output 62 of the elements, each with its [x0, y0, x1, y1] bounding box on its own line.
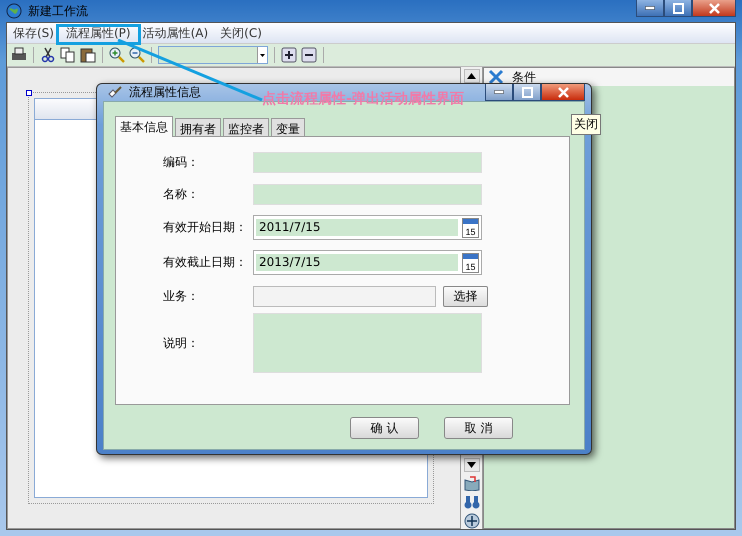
down-arrow-icon	[467, 462, 476, 468]
input-field[interactable]	[253, 152, 482, 172]
globe-icon	[6, 3, 22, 19]
cut-icon[interactable]	[40, 47, 56, 63]
minus-box-icon[interactable]	[301, 47, 317, 63]
plus-box-icon[interactable]	[281, 47, 297, 63]
window-title: 新建工作流	[28, 2, 88, 20]
move-icon[interactable]	[464, 513, 480, 529]
menu-item[interactable]: 保存(S)	[7, 24, 60, 42]
field-label: 有效截止日期：	[163, 254, 248, 271]
tab[interactable]: 变量	[271, 118, 305, 136]
maximize-icon	[520, 86, 534, 98]
close-icon	[556, 86, 570, 98]
tab[interactable]: 拥有者	[175, 118, 221, 136]
up-arrow-icon	[467, 73, 476, 79]
field-label: 有效开始日期：	[163, 219, 248, 236]
tab[interactable]: 基本信息	[115, 116, 173, 137]
maximize-button[interactable]	[664, 0, 692, 17]
confirm-button[interactable]: 确 认	[350, 417, 419, 439]
field-label: 名称：	[163, 186, 200, 202]
menu-item[interactable]: 流程属性(P)	[60, 24, 137, 42]
cancel-button[interactable]: 取 消	[444, 417, 513, 439]
maximize-icon	[670, 2, 686, 14]
scroll-up-button[interactable]	[464, 69, 480, 83]
dialog-title: 流程属性信息	[129, 84, 201, 101]
binoculars-icon[interactable]	[464, 494, 480, 510]
close-icon	[706, 2, 722, 14]
zoom-in-icon[interactable]	[109, 47, 125, 63]
field-label: 说明：	[163, 334, 200, 352]
close-button[interactable]	[541, 84, 585, 101]
calendar-button[interactable]: 15	[462, 218, 479, 238]
annotation-text: 点击流程属性-弹出活动属性界面	[262, 90, 464, 108]
pencil-icon	[107, 84, 123, 100]
minimize-button[interactable]	[636, 0, 664, 17]
date-field[interactable]: 2013/7/15 15	[253, 250, 482, 275]
input-field[interactable]	[253, 286, 436, 306]
date-value: 2013/7/15	[256, 254, 458, 271]
printer-icon[interactable]	[11, 47, 27, 63]
dropdown[interactable]	[158, 46, 268, 64]
date-field[interactable]: 2011/7/15 15	[253, 215, 482, 240]
calendar-button[interactable]: 15	[462, 252, 479, 272]
zoom-out-icon[interactable]	[129, 47, 145, 63]
tab[interactable]: 监控者	[223, 118, 269, 136]
select-button[interactable]: 选择	[443, 286, 488, 306]
field-label: 编码：	[163, 154, 200, 170]
scroll-down-button[interactable]	[464, 458, 480, 472]
menu-item[interactable]: 活动属性(A)	[136, 24, 214, 42]
panel-title: 条件	[512, 68, 536, 86]
minimize-icon	[645, 6, 655, 10]
menu-item[interactable]: 关闭(C)	[214, 24, 268, 42]
tooltip: 关闭	[571, 114, 601, 135]
copy-icon[interactable]	[60, 47, 76, 63]
field-label: 业务：	[163, 288, 200, 304]
minimize-button[interactable]	[485, 84, 513, 101]
maximize-button[interactable]	[513, 84, 541, 101]
close-button[interactable]	[692, 0, 736, 17]
selection-handle[interactable]	[26, 90, 32, 96]
input-field[interactable]	[253, 184, 482, 204]
date-value: 2011/7/15	[256, 219, 458, 236]
paste-icon[interactable]	[80, 47, 96, 63]
book-icon[interactable]	[464, 475, 480, 491]
minimize-icon	[494, 90, 504, 94]
